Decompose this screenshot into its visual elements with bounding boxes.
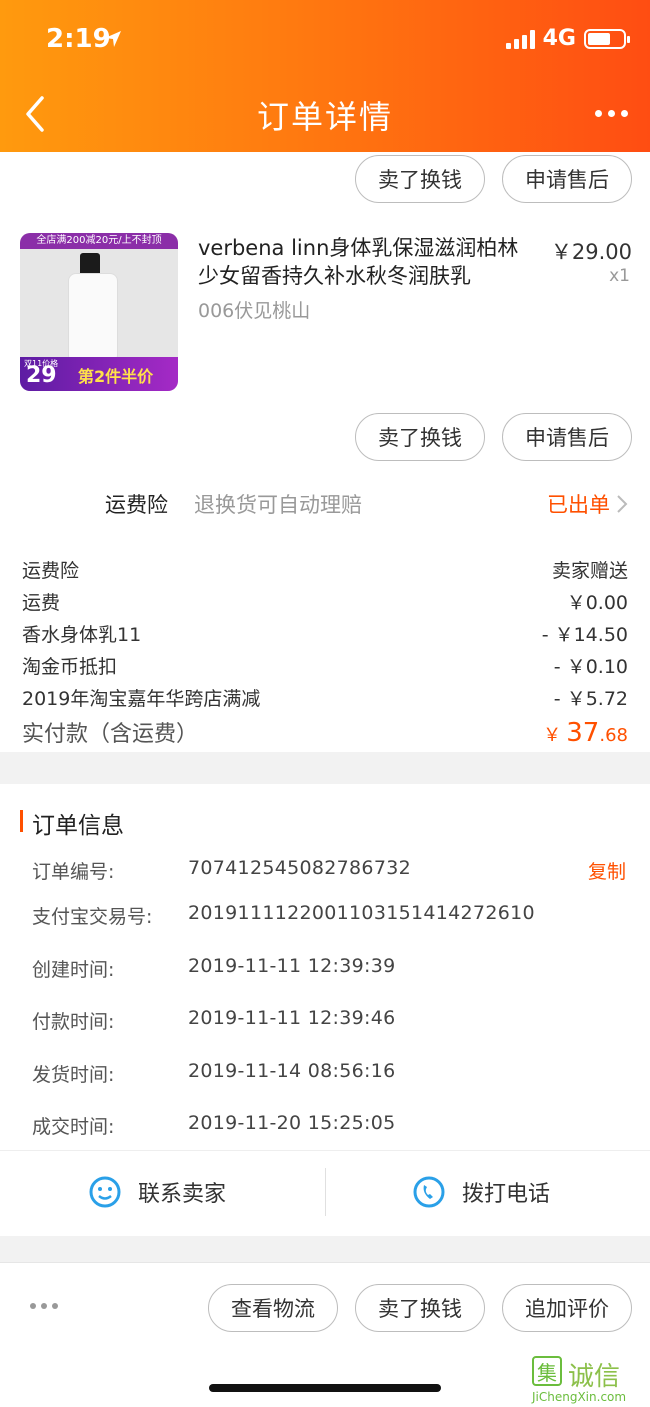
copy-button[interactable]: 复制 — [588, 857, 626, 884]
total-label: 实付款（含运费） — [22, 722, 199, 747]
alipay-trade-value: 2019111122001103151414272610 — [188, 902, 535, 924]
total-row: 实付款（含运费） ￥ 37.68 — [22, 716, 628, 748]
section-accent-bar — [20, 810, 23, 832]
order-info-title: 订单信息 — [32, 813, 124, 839]
total-amount: ￥ 37.68 — [543, 718, 628, 748]
call-phone-label: 拨打电话 — [462, 1182, 551, 1207]
product-image-ribbon: 全店满200减20元/上不封顶 — [20, 233, 178, 249]
insurance-status[interactable]: 已出单 — [547, 489, 610, 519]
fee-label: 运费 — [22, 592, 61, 614]
contact-seller-label: 联系卖家 — [138, 1182, 227, 1207]
created-time-label: 创建时间: — [32, 959, 115, 981]
bottom-sell-button[interactable]: 卖了换钱 — [355, 1284, 485, 1332]
phone-icon — [413, 1176, 445, 1208]
contact-divider — [325, 1168, 326, 1216]
more-actions-icon[interactable] — [30, 1303, 58, 1309]
completed-time-label: 成交时间: — [32, 1116, 115, 1138]
contact-seller-button[interactable]: 联系卖家 — [88, 1168, 226, 1216]
battery-icon — [584, 28, 630, 49]
header-bar: 2:19 4G 订单详情 — [0, 0, 650, 152]
page-title: 订单详情 — [256, 98, 393, 136]
total-decimal: .68 — [599, 725, 628, 746]
home-indicator[interactable] — [209, 1384, 441, 1392]
status-time: 2:19 — [46, 24, 111, 54]
top-sell-button[interactable]: 卖了换钱 — [355, 155, 485, 203]
product-image[interactable]: 全店满200减20元/上不封顶 双11价格 29 第2件半价 — [20, 233, 178, 391]
bottle-graphic — [68, 273, 118, 363]
fee-value: 卖家赠送 — [551, 560, 628, 582]
promo-price: 29 — [26, 363, 57, 388]
add-review-button[interactable]: 追加评价 — [502, 1284, 632, 1332]
location-arrow-icon — [105, 31, 121, 47]
fee-row: 运费 ￥0.00 — [22, 588, 628, 615]
call-phone-button[interactable]: 拨打电话 — [412, 1168, 550, 1216]
network-type: 4G — [542, 26, 576, 51]
view-logistics-button[interactable]: 查看物流 — [208, 1284, 338, 1332]
watermark-url: JiChengXin.com — [532, 1390, 627, 1404]
signal-icon — [505, 29, 535, 49]
watermark-logo: 集 诚信 JiChengXin.com — [532, 1356, 642, 1406]
fee-value: - ￥14.50 — [541, 624, 628, 646]
product-price: ￥29.00 — [550, 240, 632, 264]
product-image-promo: 双11价格 29 第2件半价 — [20, 357, 178, 391]
fee-label: 运费险 — [22, 560, 80, 582]
chevron-right-icon — [617, 495, 628, 513]
top-after-sale-button[interactable]: 申请售后 — [502, 155, 632, 203]
completed-time-value: 2019-11-20 15:25:05 — [188, 1112, 396, 1134]
fee-row: 运费险 卖家赠送 — [22, 556, 628, 583]
fee-label: 淘金币抵扣 — [22, 656, 118, 678]
total-integer: 37 — [566, 718, 600, 748]
insurance-desc: 退换货可自动理赔 — [194, 493, 362, 517]
promo-text: 第2件半价 — [78, 367, 154, 386]
order-number-value: 707412545082786732 — [188, 857, 411, 879]
alipay-trade-label: 支付宝交易号: — [32, 906, 153, 928]
insurance-title[interactable]: 运费险 — [105, 489, 168, 519]
fee-value: - ￥5.72 — [553, 688, 628, 710]
status-indicators: 4G — [505, 26, 630, 51]
order-number-label: 订单编号: — [32, 861, 115, 883]
fee-label: 香水身体乳11 — [22, 624, 142, 646]
created-time-value: 2019-11-11 12:39:39 — [188, 955, 396, 977]
shipped-time-value: 2019-11-14 08:56:16 — [188, 1060, 396, 1082]
paid-time-label: 付款时间: — [32, 1011, 115, 1033]
fee-value: ￥0.00 — [566, 592, 628, 614]
fee-row: 淘金币抵扣 - ￥0.10 — [22, 652, 628, 679]
fee-row: 2019年淘宝嘉年华跨店满减 - ￥5.72 — [22, 684, 628, 711]
after-sale-button[interactable]: 申请售后 — [502, 413, 632, 461]
product-name[interactable]: verbena linn身体乳保湿滋润柏林少女留香持久补水秋冬润肤乳 — [198, 234, 536, 290]
chat-face-icon — [89, 1176, 121, 1208]
fee-label: 2019年淘宝嘉年华跨店满减 — [22, 688, 261, 710]
paid-time-value: 2019-11-11 12:39:46 — [188, 1007, 396, 1029]
product-quantity: x1 — [609, 266, 630, 286]
watermark-word: 诚信 — [568, 1362, 621, 1392]
sell-button[interactable]: 卖了换钱 — [355, 413, 485, 461]
shipped-time-label: 发货时间: — [32, 1064, 115, 1086]
contact-divider-line — [0, 1150, 650, 1151]
total-currency: ￥ — [543, 725, 562, 746]
fee-value: - ￥0.10 — [553, 656, 628, 678]
fee-row: 香水身体乳11 - ￥14.50 — [22, 620, 628, 647]
watermark-mark: 集 — [532, 1356, 562, 1386]
more-options-icon[interactable] — [595, 110, 628, 117]
product-sku: 006伏见桃山 — [198, 300, 311, 322]
